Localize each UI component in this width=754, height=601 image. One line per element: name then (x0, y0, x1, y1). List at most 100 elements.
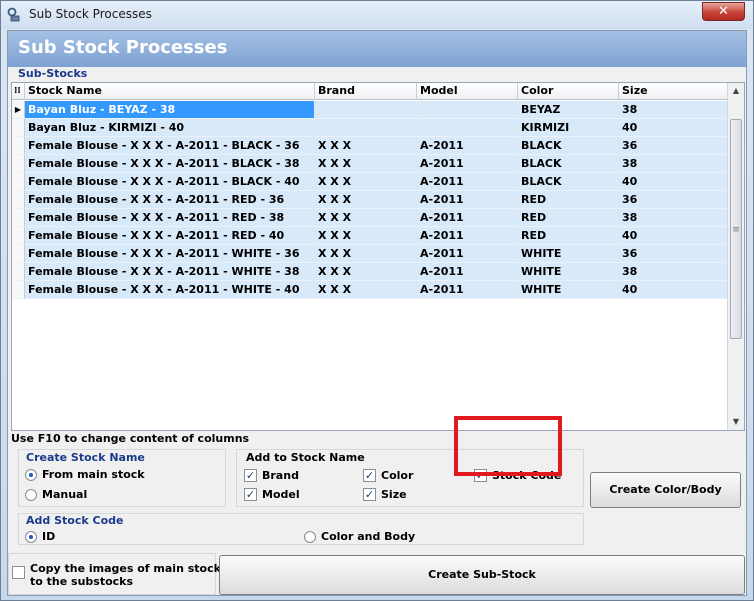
cell-size[interactable]: 38 (619, 209, 728, 227)
cell-color[interactable]: WHITE (518, 245, 619, 263)
table-row[interactable]: Female Blouse - X X X - A-2011 - RED - 3… (12, 209, 728, 227)
scroll-up-icon[interactable]: ▲ (728, 83, 744, 99)
cell-size[interactable]: 38 (619, 101, 728, 119)
row-selector[interactable] (12, 263, 25, 281)
cell-brand[interactable]: X X X (315, 209, 417, 227)
cell-model[interactable] (417, 101, 518, 119)
current-row-indicator-icon[interactable]: ▶ (12, 101, 25, 119)
cell-size[interactable]: 36 (619, 245, 728, 263)
cell-size[interactable]: 40 (619, 173, 728, 191)
cell-brand[interactable]: X X X (315, 227, 417, 245)
cell-stock-name[interactable]: Bayan Bluz - BEYAZ - 38 (25, 101, 315, 119)
row-selector[interactable] (12, 173, 25, 191)
cell-stock-name[interactable]: Female Blouse - X X X - A-2011 - RED - 3… (25, 209, 315, 227)
row-selector[interactable] (12, 209, 25, 227)
cell-brand[interactable]: X X X (315, 263, 417, 281)
row-selector[interactable] (12, 155, 25, 173)
from-main-stock-radio[interactable]: From main stock (25, 468, 145, 481)
column-header-color[interactable]: Color (518, 83, 619, 100)
column-header-brand[interactable]: Brand (315, 83, 417, 100)
row-selector-header-icon[interactable]: ⁞⁞ (12, 83, 25, 100)
column-header-size[interactable]: Size (619, 83, 728, 100)
cell-size[interactable]: 38 (619, 155, 728, 173)
cell-stock-name[interactable]: Female Blouse - X X X - A-2011 - BLACK -… (25, 155, 315, 173)
sub-stocks-grid[interactable]: ⁞⁞ Stock Name Brand Model Color Size ▶ Ba… (11, 82, 745, 431)
row-selector[interactable] (12, 281, 25, 299)
column-header-stock-name[interactable]: Stock Name (25, 83, 315, 100)
cell-stock-name[interactable]: Female Blouse - X X X - A-2011 - BLACK -… (25, 173, 315, 191)
cell-color[interactable]: RED (518, 209, 619, 227)
scroll-thumb[interactable]: ≡ (730, 119, 742, 339)
create-color-body-button[interactable]: Create Color/Body (590, 472, 741, 508)
cell-stock-name[interactable]: Female Blouse - X X X - A-2011 - WHITE -… (25, 263, 315, 281)
cell-model[interactable]: A-2011 (417, 281, 518, 299)
row-selector[interactable] (12, 227, 25, 245)
table-row[interactable]: Female Blouse - X X X - A-2011 - BLACK -… (12, 137, 728, 155)
manual-radio[interactable]: Manual (25, 488, 87, 501)
cell-size[interactable]: 40 (619, 281, 728, 299)
cell-color[interactable]: BLACK (518, 155, 619, 173)
cell-size[interactable]: 40 (619, 227, 728, 245)
table-row[interactable]: Female Blouse - X X X - A-2011 - WHITE -… (12, 263, 728, 281)
cell-brand[interactable]: X X X (315, 191, 417, 209)
cell-model[interactable]: A-2011 (417, 137, 518, 155)
cell-size[interactable]: 36 (619, 137, 728, 155)
cell-brand[interactable]: X X X (315, 137, 417, 155)
cell-color[interactable]: KIRMIZI (518, 119, 619, 137)
brand-checkbox[interactable]: ✓ Brand (244, 469, 299, 482)
table-row[interactable]: Bayan Bluz - KIRMIZI - 40 KIRMIZI 40 (12, 119, 728, 137)
row-selector[interactable] (12, 137, 25, 155)
cell-brand[interactable]: X X X (315, 245, 417, 263)
table-row[interactable]: Female Blouse - X X X - A-2011 - BLACK -… (12, 155, 728, 173)
cell-color[interactable]: RED (518, 191, 619, 209)
cell-color[interactable]: BEYAZ (518, 101, 619, 119)
cell-color[interactable]: WHITE (518, 281, 619, 299)
cell-stock-name[interactable]: Female Blouse - X X X - A-2011 - RED - 3… (25, 191, 315, 209)
cell-model[interactable] (417, 119, 518, 137)
cell-size[interactable]: 40 (619, 119, 728, 137)
row-selector[interactable] (12, 191, 25, 209)
color-and-body-radio[interactable]: Color and Body (304, 530, 415, 543)
cell-stock-name[interactable]: Female Blouse - X X X - A-2011 - BLACK -… (25, 137, 315, 155)
cell-brand[interactable] (315, 119, 417, 137)
cell-model[interactable]: A-2011 (417, 245, 518, 263)
cell-model[interactable]: A-2011 (417, 173, 518, 191)
cell-brand[interactable] (315, 101, 417, 119)
table-row[interactable]: Female Blouse - X X X - A-2011 - RED - 4… (12, 227, 728, 245)
cell-size[interactable]: 38 (619, 263, 728, 281)
column-header-model[interactable]: Model (417, 83, 518, 100)
cell-model[interactable]: A-2011 (417, 191, 518, 209)
row-selector[interactable] (12, 119, 25, 137)
color-checkbox[interactable]: ✓ Color (363, 469, 413, 482)
table-row[interactable]: Female Blouse - X X X - A-2011 - BLACK -… (12, 173, 728, 191)
cell-model[interactable]: A-2011 (417, 263, 518, 281)
cell-stock-name[interactable]: Female Blouse - X X X - A-2011 - WHITE -… (25, 281, 315, 299)
table-row[interactable]: Female Blouse - X X X - A-2011 - WHITE -… (12, 281, 728, 299)
size-checkbox[interactable]: ✓ Size (363, 488, 407, 501)
close-button[interactable]: ✕ (702, 2, 745, 21)
cell-brand[interactable]: X X X (315, 155, 417, 173)
cell-brand[interactable]: X X X (315, 281, 417, 299)
cell-size[interactable]: 36 (619, 191, 728, 209)
cell-color[interactable]: RED (518, 227, 619, 245)
cell-brand[interactable]: X X X (315, 173, 417, 191)
cell-model[interactable]: A-2011 (417, 209, 518, 227)
copy-images-checkbox[interactable]: Copy the images of main stocks to the su… (12, 562, 227, 588)
cell-stock-name[interactable]: Female Blouse - X X X - A-2011 - WHITE -… (25, 245, 315, 263)
cell-stock-name[interactable]: Female Blouse - X X X - A-2011 - RED - 4… (25, 227, 315, 245)
table-row[interactable]: Female Blouse - X X X - A-2011 - WHITE -… (12, 245, 728, 263)
cell-stock-name[interactable]: Bayan Bluz - KIRMIZI - 40 (25, 119, 315, 137)
cell-color[interactable]: BLACK (518, 173, 619, 191)
create-sub-stock-button[interactable]: Create Sub-Stock (219, 555, 745, 595)
cell-model[interactable]: A-2011 (417, 155, 518, 173)
vertical-scrollbar[interactable]: ▲ ≡ ▼ (727, 83, 744, 430)
cell-color[interactable]: WHITE (518, 263, 619, 281)
scroll-down-icon[interactable]: ▼ (728, 414, 744, 430)
table-row[interactable]: ▶ Bayan Bluz - BEYAZ - 38 BEYAZ 38 (12, 101, 728, 119)
cell-model[interactable]: A-2011 (417, 227, 518, 245)
row-selector[interactable] (12, 245, 25, 263)
cell-color[interactable]: BLACK (518, 137, 619, 155)
id-radio[interactable]: ID (25, 530, 55, 543)
table-row[interactable]: Female Blouse - X X X - A-2011 - RED - 3… (12, 191, 728, 209)
model-checkbox[interactable]: ✓ Model (244, 488, 300, 501)
